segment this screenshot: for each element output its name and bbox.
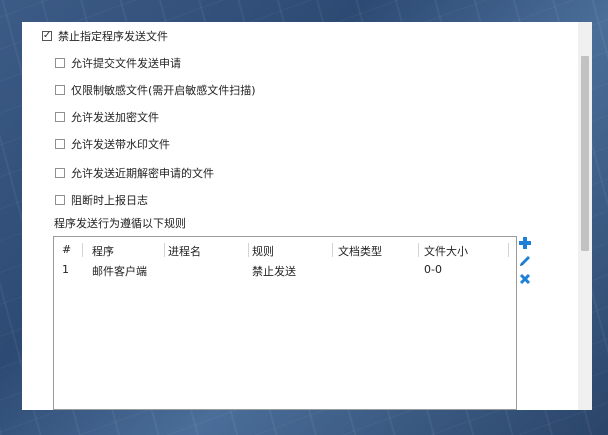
settings-panel: ✓ 禁止指定程序发送文件 允许提交文件发送申请 仅限制敏感文件(需开启敏感文件扫…	[22, 22, 592, 410]
table-header: # 程序 进程名 规则 文档类型 文件大小	[54, 241, 516, 259]
option-label: 允许发送近期解密申请的文件	[71, 167, 214, 180]
option-allow-recent-decrypt[interactable]: 允许发送近期解密申请的文件	[55, 165, 214, 181]
option-allow-submit-request[interactable]: 允许提交文件发送申请	[55, 55, 181, 71]
cell-rule: 禁止发送	[252, 265, 296, 278]
pencil-icon[interactable]	[518, 254, 532, 268]
table-row[interactable]: 1 邮件客户端 禁止发送 0-0	[54, 261, 516, 279]
plus-icon[interactable]	[518, 236, 532, 250]
cell-program: 邮件客户端	[92, 265, 147, 278]
table-actions	[518, 236, 534, 290]
column-header-rule[interactable]: 规则	[252, 243, 333, 258]
checkbox-icon[interactable]	[55, 168, 65, 178]
checkbox-icon[interactable]	[55, 195, 65, 205]
vertical-scrollbar[interactable]	[578, 22, 592, 410]
column-header-index[interactable]: #	[62, 243, 83, 257]
option-label: 允许发送带水印文件	[71, 138, 170, 151]
checkbox-checked-icon[interactable]: ✓	[42, 31, 52, 41]
checkbox-icon[interactable]	[55, 112, 65, 122]
option-allow-watermark[interactable]: 允许发送带水印文件	[55, 136, 170, 152]
cell-size: 0-0	[424, 263, 442, 276]
column-header-size[interactable]: 文件大小	[424, 243, 509, 258]
checkbox-icon[interactable]	[55, 58, 65, 68]
option-log-on-block[interactable]: 阻断时上报日志	[55, 192, 148, 208]
option-label: 允许发送加密文件	[71, 111, 159, 124]
rules-table: # 程序 进程名 规则 文档类型 文件大小 1 邮件客户端 禁止发送 0-0	[53, 236, 517, 410]
option-sensitive-only[interactable]: 仅限制敏感文件(需开启敏感文件扫描)	[55, 82, 256, 98]
option-allow-encrypted[interactable]: 允许发送加密文件	[55, 109, 159, 125]
option-label: 允许提交文件发送申请	[71, 57, 181, 70]
option-label: 仅限制敏感文件(需开启敏感文件扫描)	[71, 84, 256, 97]
column-header-program[interactable]: 程序	[92, 243, 165, 258]
option-label: 禁止指定程序发送文件	[58, 30, 168, 43]
column-header-doctype[interactable]: 文档类型	[338, 243, 419, 258]
rules-section-title: 程序发送行为遵循以下规则	[54, 217, 186, 230]
checkbox-icon[interactable]	[55, 85, 65, 95]
x-icon[interactable]	[518, 272, 532, 286]
option-block-program-send[interactable]: ✓ 禁止指定程序发送文件	[42, 28, 168, 44]
cell-index: 1	[62, 263, 69, 276]
scrollbar-thumb[interactable]	[581, 56, 589, 251]
option-label: 阻断时上报日志	[71, 194, 148, 207]
checkbox-icon[interactable]	[55, 139, 65, 149]
column-header-process[interactable]: 进程名	[168, 243, 249, 258]
